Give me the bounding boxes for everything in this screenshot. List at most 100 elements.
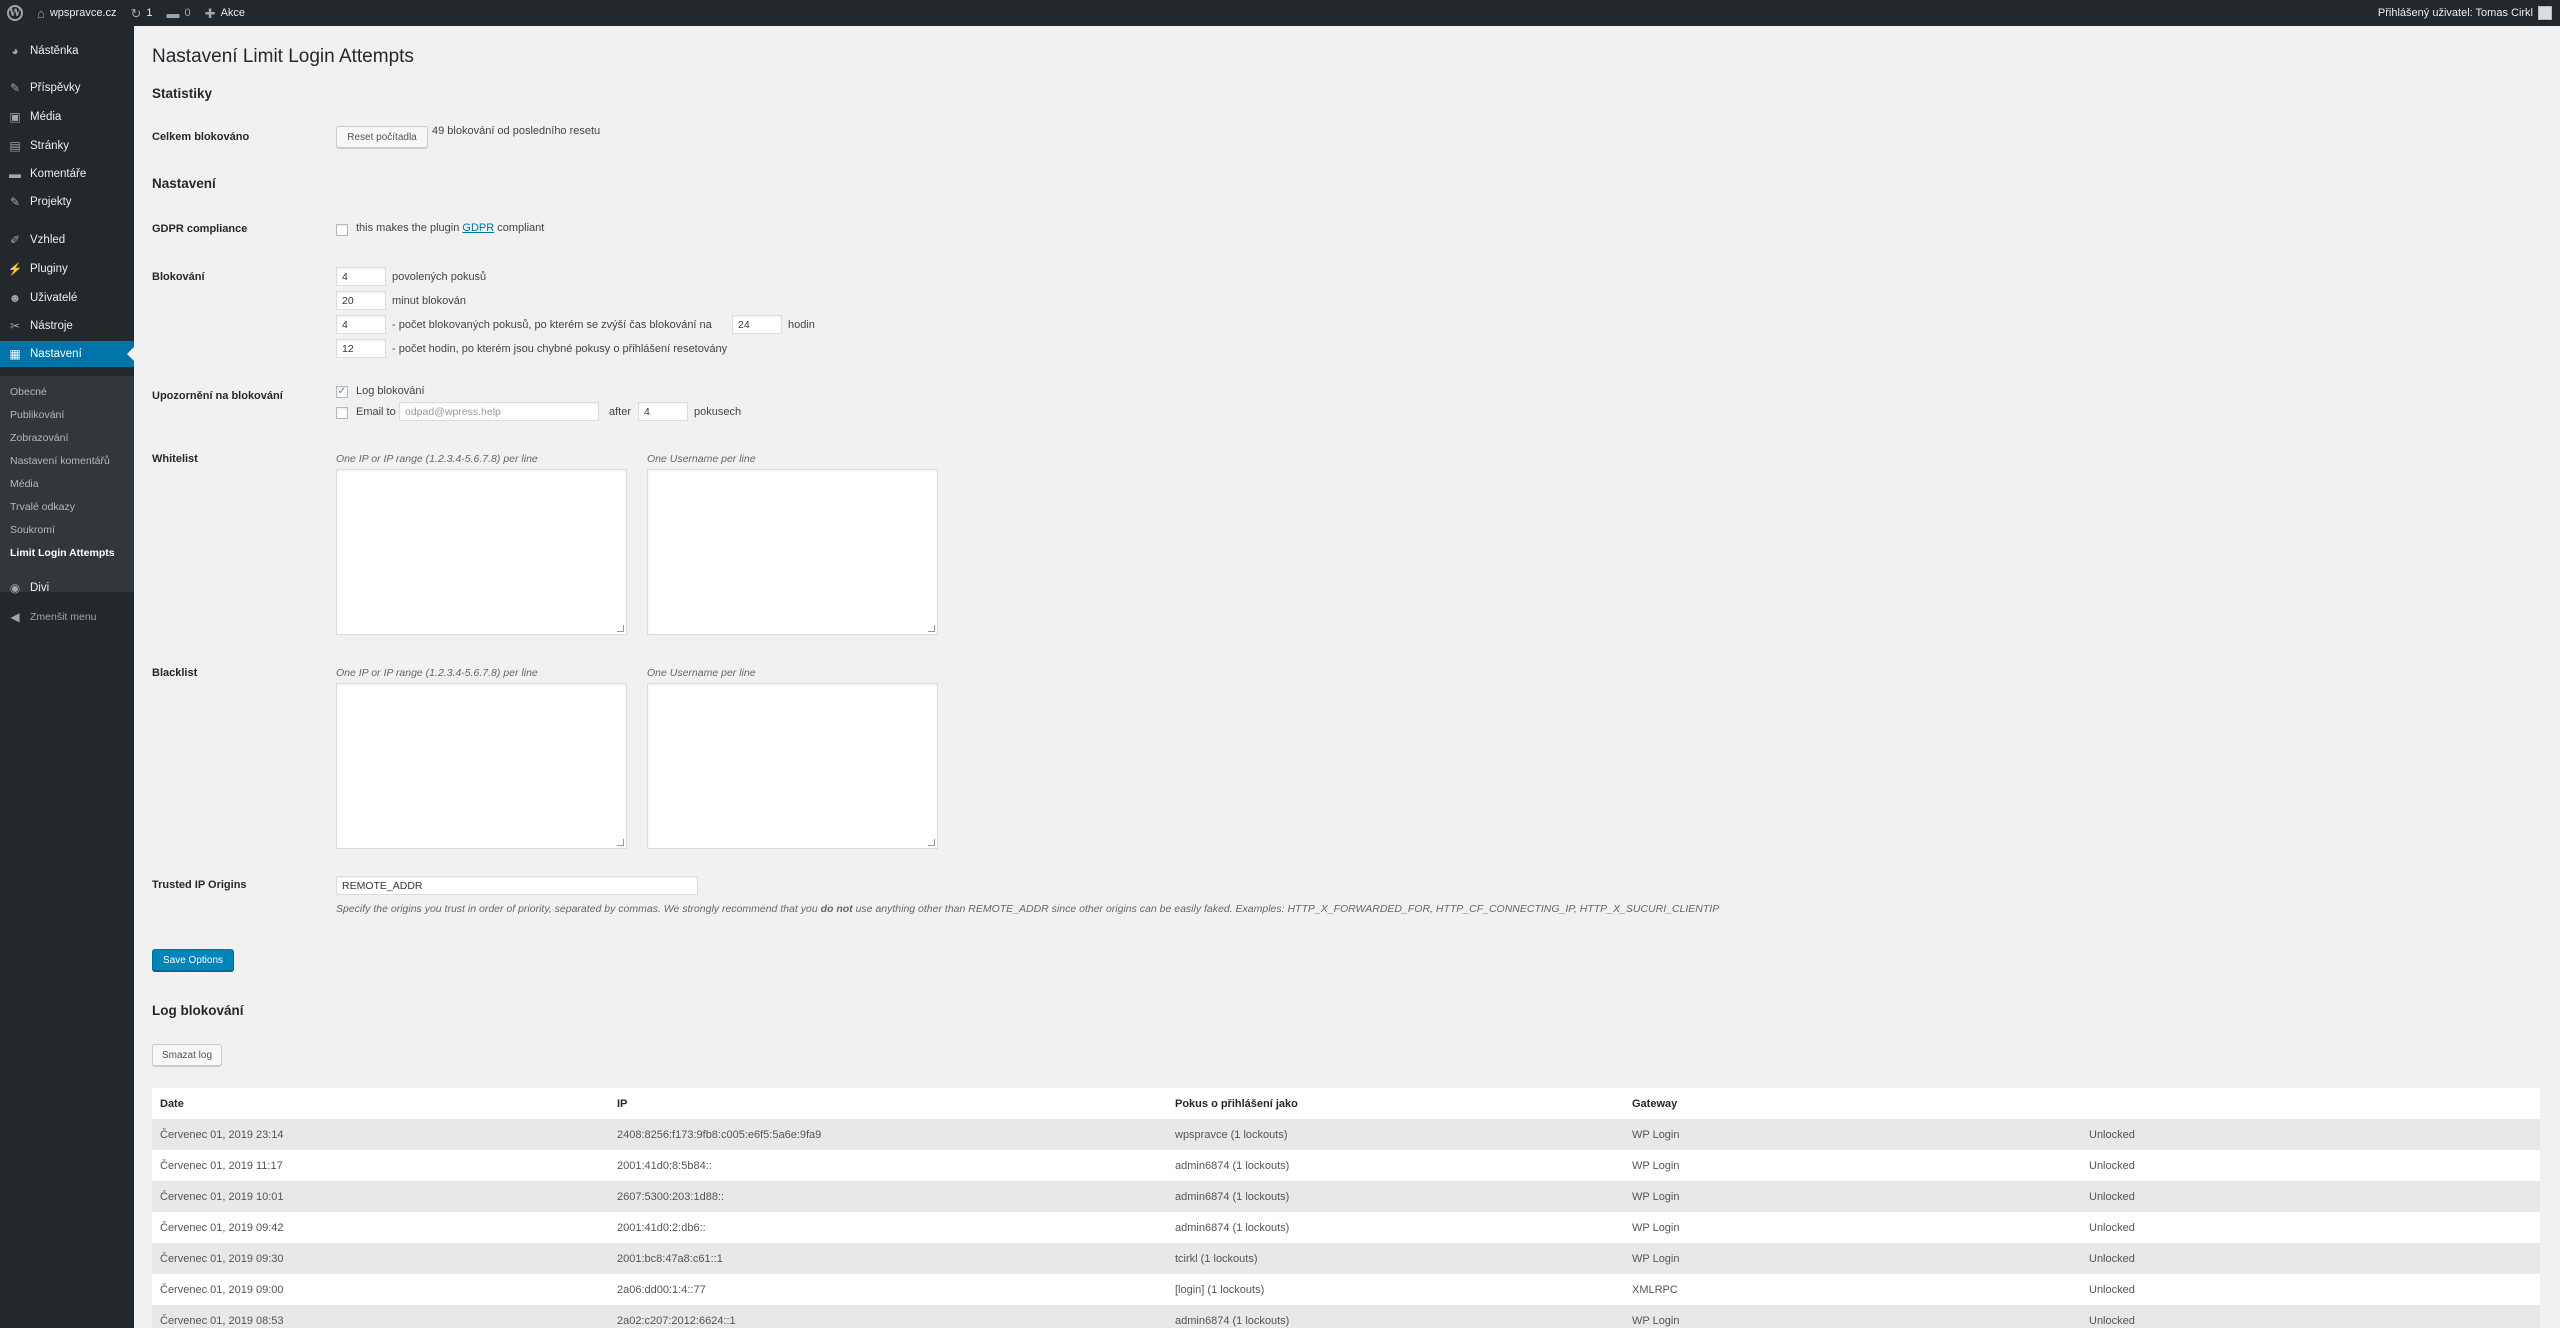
tools-icon: ✂ bbox=[9, 319, 21, 333]
submenu-item[interactable]: Nastavení komentářů bbox=[10, 455, 110, 467]
trusted-hint-after: use anything other than REMOTE_ADDR sinc… bbox=[855, 903, 1720, 915]
notify-after-input[interactable]: 4 bbox=[638, 402, 688, 421]
sidebar-item-8[interactable]: ☻ Uživatelé bbox=[0, 285, 134, 311]
whitelist-username-textarea[interactable] bbox=[647, 469, 938, 635]
blacklist-username-textarea[interactable] bbox=[647, 683, 938, 849]
collapse-icon: ◀ bbox=[10, 610, 20, 624]
sidebar-item-10[interactable]: ▦ Nastavení bbox=[0, 341, 134, 367]
table-cell: Unlocked bbox=[2089, 1252, 2135, 1265]
table-cell: WP Login bbox=[1632, 1221, 1680, 1234]
blacklist-ip-textarea[interactable] bbox=[336, 683, 627, 849]
table-row: Červenec 01, 2019 09:42 2001:41d0:2:db6::… bbox=[152, 1212, 2540, 1243]
sidebar-item-divi[interactable]: ◉ Divi bbox=[0, 575, 134, 601]
log-heading: Log blokování bbox=[152, 1003, 244, 1018]
pin-icon: ✎ bbox=[9, 81, 21, 95]
table-cell: Červenec 01, 2019 09:30 bbox=[160, 1252, 284, 1265]
sidebar-item-6[interactable]: ✐ Vzhled bbox=[0, 227, 134, 253]
trusted-hint-before: Specify the origins you trust in order o… bbox=[336, 903, 818, 915]
sidebar-item-7[interactable]: ⚡ Pluginy bbox=[0, 256, 134, 282]
lockout-hours-text: hodin bbox=[788, 319, 815, 331]
table-cell: 2408:8256:f173:9fb8:c005:e6f5:5a6e:9fa9 bbox=[617, 1128, 822, 1141]
table-cell: Červenec 01, 2019 09:42 bbox=[160, 1221, 284, 1234]
collapse-menu-button[interactable]: ◀ Zmenšit menu bbox=[0, 604, 134, 630]
reset-counter-button[interactable]: Reset počítadla bbox=[336, 126, 428, 148]
trusted-origins-label: Trusted IP Origins bbox=[152, 879, 247, 891]
wp-logo-menu[interactable]: W bbox=[0, 0, 30, 26]
settings-submenu: Obecné Publikování Zobrazování Nastavení ko… bbox=[0, 376, 134, 592]
notify-email-checkbox[interactable] bbox=[336, 407, 348, 419]
new-content-menu[interactable]: ✚ Akce bbox=[198, 0, 252, 26]
table-row: Červenec 01, 2019 11:17 2001:41d0:8:5b84:… bbox=[152, 1150, 2540, 1181]
table-header-cell: Gateway bbox=[1632, 1097, 1678, 1110]
save-options-button[interactable]: Save Options bbox=[152, 949, 234, 971]
sidebar-item-1[interactable]: ✎ Příspěvky bbox=[0, 75, 134, 101]
submenu-item[interactable]: Soukromí bbox=[10, 524, 55, 536]
submenu-item[interactable]: Obecné bbox=[10, 386, 47, 398]
allowed-retries-input[interactable]: 4 bbox=[336, 267, 386, 286]
table-cell: 2607:5300:203:1d88:: bbox=[617, 1190, 725, 1203]
sidebar-item-label: Pluginy bbox=[30, 263, 68, 275]
lockout-hours-input[interactable]: 24 bbox=[732, 315, 782, 334]
sidebar-item-label: Projekty bbox=[30, 196, 72, 208]
submenu-item[interactable]: Limit Login Attempts bbox=[10, 547, 115, 559]
table-cell: 2a02:c207:2012:6624::1 bbox=[617, 1314, 736, 1327]
divi-icon: ◉ bbox=[9, 581, 21, 595]
notify-email-input[interactable]: odpad@wpress.help bbox=[399, 402, 599, 421]
site-name: wpspravce.cz bbox=[49, 7, 117, 19]
table-cell: Červenec 01, 2019 08:53 bbox=[160, 1314, 284, 1327]
table-cell: admin6874 (1 lockouts) bbox=[1175, 1314, 1290, 1327]
notify-log-checkbox[interactable]: ✓ bbox=[336, 386, 348, 398]
sidebar-item-9[interactable]: ✂ Nástroje bbox=[0, 313, 134, 339]
table-cell: Červenec 01, 2019 23:14 bbox=[160, 1128, 284, 1141]
table-cell: 2001:41d0:8:5b84:: bbox=[617, 1159, 712, 1172]
notify-after-text: after bbox=[609, 406, 632, 418]
gdpr-text-after: compliant bbox=[497, 222, 545, 234]
comment-icon: ▬ bbox=[166, 5, 180, 21]
site-name-link[interactable]: ⌂ wpspravce.cz bbox=[30, 0, 124, 26]
valid-duration-input[interactable]: 12 bbox=[336, 339, 386, 358]
sidebar-item-2[interactable]: ▣ Média bbox=[0, 104, 134, 130]
clear-log-button[interactable]: Smazat log bbox=[152, 1044, 222, 1066]
submenu-item[interactable]: Publikování bbox=[10, 409, 64, 421]
table-row: Červenec 01, 2019 10:01 2607:5300:203:1d8… bbox=[152, 1181, 2540, 1212]
table-cell: XMLRPC bbox=[1632, 1283, 1678, 1296]
lockouts-increase-input[interactable]: 4 bbox=[336, 315, 386, 334]
table-cell: WP Login bbox=[1632, 1128, 1680, 1141]
sidebar-item-4[interactable]: ▬ Komentáře bbox=[0, 161, 134, 187]
table-row: Červenec 01, 2019 09:00 2a06:dd00:1:4::77… bbox=[152, 1274, 2540, 1305]
table-cell: WP Login bbox=[1632, 1159, 1680, 1172]
total-lockouts-text: 49 blokování od posledního resetu bbox=[432, 125, 601, 137]
table-cell: WP Login bbox=[1632, 1190, 1680, 1203]
sidebar-item-label: Nastavení bbox=[30, 348, 82, 360]
sidebar-item-5[interactable]: ✎ Projekty bbox=[0, 189, 134, 215]
scrollbar[interactable] bbox=[2552, 26, 2560, 666]
submenu-item[interactable]: Média bbox=[10, 478, 39, 490]
avatar bbox=[2538, 6, 2552, 20]
table-cell: Červenec 01, 2019 11:17 bbox=[160, 1159, 283, 1172]
table-cell: Unlocked bbox=[2089, 1159, 2135, 1172]
updates-link[interactable]: ↻ 1 bbox=[124, 0, 160, 26]
whitelist-ip-textarea[interactable] bbox=[336, 469, 627, 635]
sidebar-item-label: Nástěnka bbox=[30, 45, 79, 57]
trusted-origins-hint: Specify the origins you trust in order o… bbox=[336, 903, 1719, 915]
lockouts-increase-text: - počet blokovaných pokusů, po kterém se… bbox=[392, 319, 712, 331]
submenu-item[interactable]: Zobrazování bbox=[10, 432, 68, 444]
submenu-item[interactable]: Trvalé odkazy bbox=[10, 501, 75, 513]
comments-link[interactable]: ▬ 0 bbox=[160, 0, 198, 26]
page-title: Nastavení Limit Login Attempts bbox=[152, 46, 414, 67]
gdpr-text-before: this makes the plugin bbox=[356, 222, 460, 234]
gdpr-checkbox[interactable] bbox=[336, 224, 348, 236]
table-cell: admin6874 (1 lockouts) bbox=[1175, 1190, 1290, 1203]
allowed-retries-text: povolených pokusů bbox=[392, 271, 487, 283]
my-account-menu[interactable]: Přihlášený uživatel: Tomas Cirkl bbox=[2371, 0, 2560, 26]
lockout-minutes-input[interactable]: 20 bbox=[336, 291, 386, 310]
sidebar-item-3[interactable]: ▤ Stránky bbox=[0, 133, 134, 159]
table-cell: wpspravce (1 lockouts) bbox=[1175, 1128, 1288, 1141]
table-cell: WP Login bbox=[1632, 1252, 1680, 1265]
table-header-cell: Date bbox=[160, 1097, 184, 1110]
sidebar-item-label: Nástroje bbox=[30, 320, 73, 332]
sidebar-item-0[interactable]: ◕ Nástěnka bbox=[0, 38, 134, 64]
trusted-origins-input[interactable]: REMOTE_ADDR bbox=[336, 876, 698, 895]
gdpr-link[interactable]: GDPR bbox=[462, 222, 494, 234]
table-cell: Červenec 01, 2019 10:01 bbox=[160, 1190, 284, 1203]
